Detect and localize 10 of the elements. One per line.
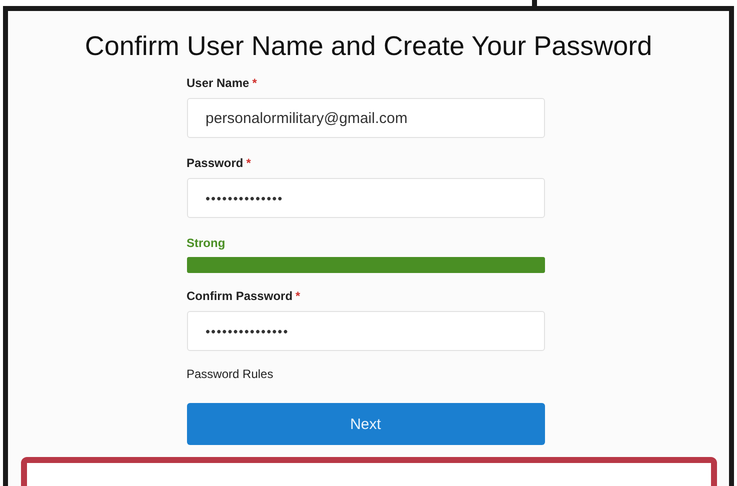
password-rules-link[interactable]: Password Rules (186, 367, 274, 381)
input-field[interactable]: personalormilitary@gmail.com (186, 98, 544, 138)
next-button[interactable]: Next (186, 403, 544, 445)
password-field[interactable]: ••••••••••••••• (186, 311, 544, 351)
field-label: Password * (186, 156, 252, 170)
field-label: Confirm Password * (186, 289, 302, 303)
strength-label: Strong (186, 236, 226, 250)
page-title: Confirm User Name and Create Your Password (84, 31, 652, 62)
password-field[interactable]: •••••••••••••• (186, 178, 544, 218)
field-label: User Name * (186, 76, 258, 90)
